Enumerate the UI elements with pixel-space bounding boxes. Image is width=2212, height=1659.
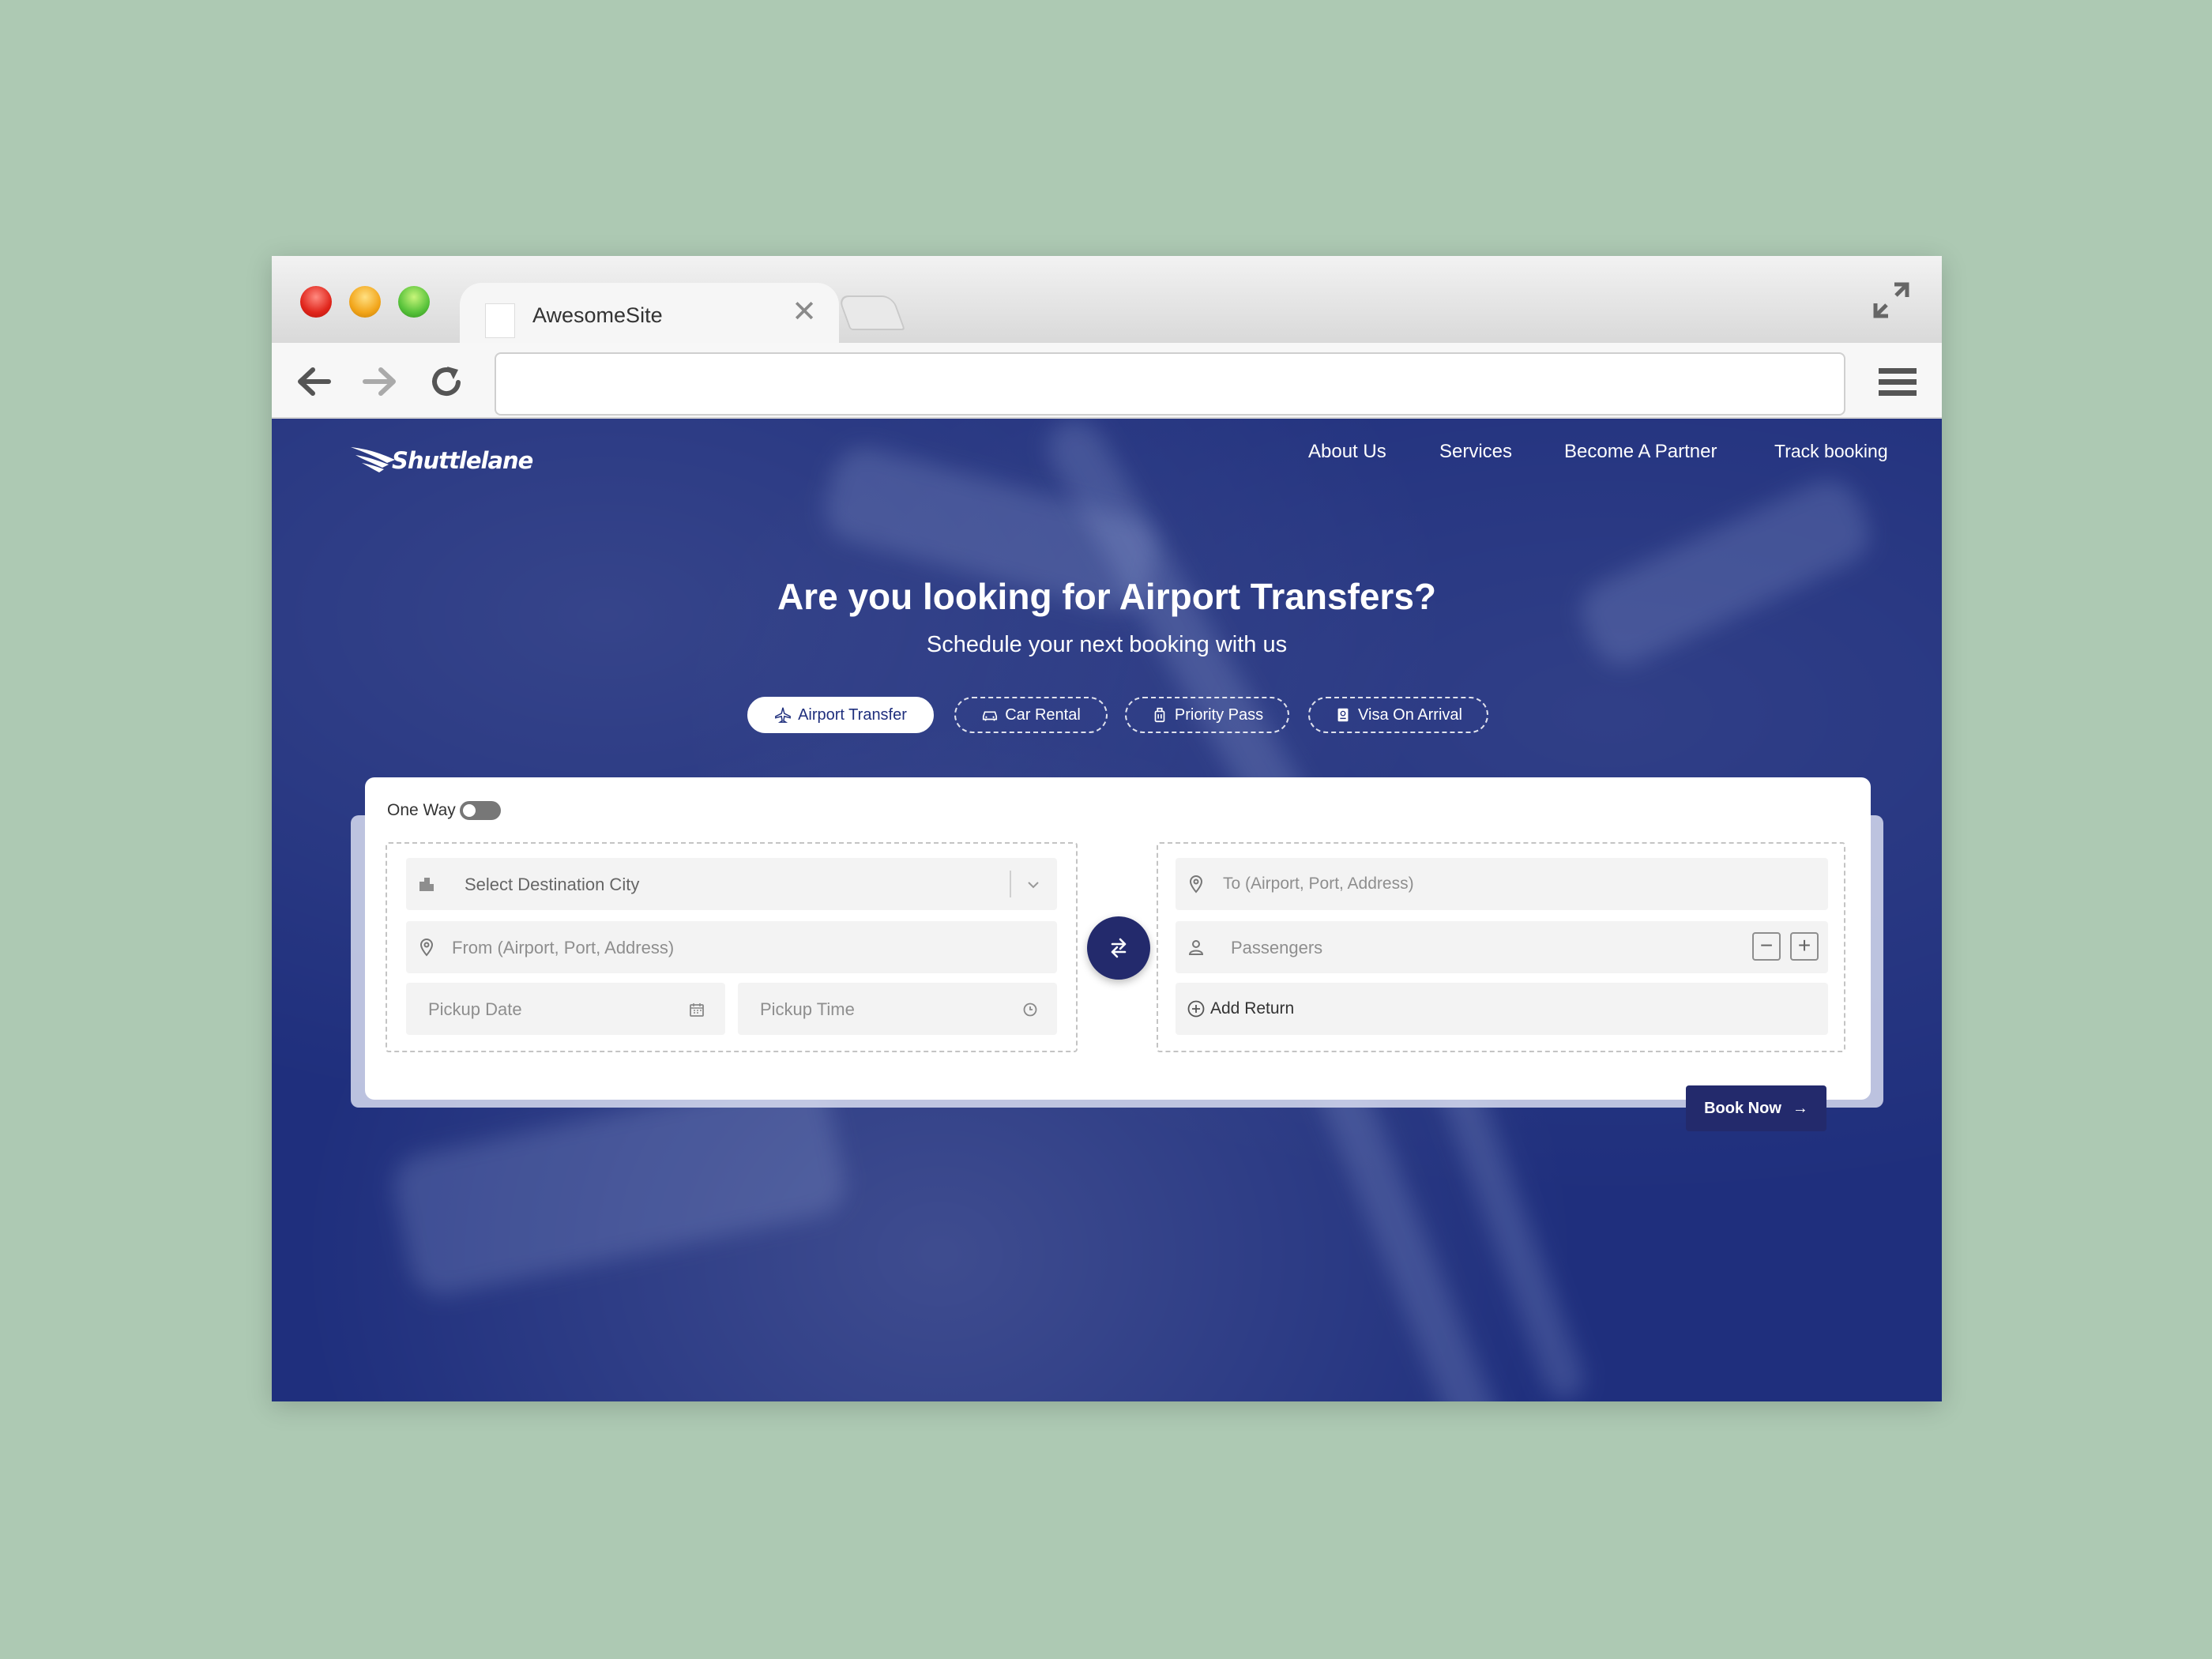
passengers-placeholder: Passengers	[1231, 938, 1323, 957]
pickup-time-input[interactable]: Pickup Time	[738, 983, 1057, 1035]
buildings-icon	[419, 878, 434, 891]
tab-car-rental[interactable]: Car Rental	[954, 697, 1108, 733]
swap-arrows-icon	[1111, 938, 1127, 958]
dropoff-group: To (Airport, Port, Address) Passengers −…	[1157, 842, 1845, 1052]
plus-circle-icon	[1187, 1000, 1205, 1018]
tab-label: Car Rental	[1005, 705, 1081, 724]
hamburger-menu-icon[interactable]	[1877, 365, 1918, 400]
tab-visa-on-arrival[interactable]: Visa On Arrival	[1308, 697, 1488, 733]
clock-icon[interactable]	[1022, 1002, 1038, 1018]
tab-airport-transfer[interactable]: Airport Transfer	[747, 697, 934, 733]
browser-tab[interactable]: AwesomeSite ✕	[460, 283, 839, 346]
passengers-input[interactable]: Passengers − +	[1176, 921, 1828, 973]
increment-passengers-button[interactable]: +	[1790, 932, 1819, 961]
from-address-input[interactable]: From (Airport, Port, Address)	[406, 921, 1057, 973]
nav-services[interactable]: Services	[1439, 441, 1512, 463]
swap-locations-button[interactable]	[1087, 916, 1150, 980]
forward-arrow-icon[interactable]	[360, 362, 400, 401]
destination-city-select[interactable]: Select Destination City	[406, 858, 1057, 910]
to-address-input[interactable]: To (Airport, Port, Address)	[1176, 858, 1828, 910]
select-divider	[1010, 871, 1011, 897]
address-bar[interactable]	[495, 352, 1845, 416]
reload-icon[interactable]	[427, 362, 466, 401]
one-way-toggle[interactable]	[460, 801, 501, 820]
add-return-button[interactable]: Add Return	[1176, 983, 1828, 1035]
car-icon	[983, 711, 998, 721]
pickup-date-placeholder: Pickup Date	[428, 999, 522, 1019]
pickup-date-input[interactable]: Pickup Date	[406, 983, 725, 1035]
pickup-group: Select Destination City From (Airport, P…	[386, 842, 1078, 1052]
logo-text: Shuttlelane	[392, 447, 533, 474]
page-icon	[485, 303, 515, 338]
chevron-down-icon[interactable]	[1025, 877, 1041, 893]
decrement-passengers-button[interactable]: −	[1752, 932, 1781, 961]
from-address-placeholder: From (Airport, Port, Address)	[452, 938, 675, 957]
nav-about-us[interactable]: About Us	[1308, 441, 1386, 463]
to-address-placeholder: To (Airport, Port, Address)	[1223, 875, 1414, 893]
hero-title: Are you looking for Airport Transfers?	[777, 576, 1437, 617]
back-arrow-icon[interactable]	[294, 362, 333, 401]
location-pin-icon	[419, 939, 434, 957]
maximize-window-button[interactable]	[398, 286, 430, 318]
browser-toolbar	[272, 343, 1942, 419]
new-tab-button[interactable]	[837, 295, 906, 330]
luggage-icon	[1154, 707, 1165, 723]
minimize-window-button[interactable]	[349, 286, 381, 318]
arrow-right-icon: →	[1792, 1099, 1808, 1117]
web-page: Shuttlelane About Us Services Become A P…	[272, 419, 1942, 1401]
tab-label: Airport Transfer	[798, 705, 907, 724]
book-now-button[interactable]: Book Now →	[1686, 1085, 1826, 1131]
browser-window: AwesomeSite ✕ Shuttlelane About Us Servi…	[272, 256, 1942, 1401]
booking-form: One Way Select Destination City From (Ai…	[365, 777, 1871, 1100]
close-window-button[interactable]	[300, 286, 332, 318]
add-return-label: Add Return	[1210, 999, 1295, 1018]
fullscreen-icon[interactable]	[1871, 280, 1912, 321]
passport-icon	[1337, 708, 1349, 722]
tab-close-icon[interactable]: ✕	[792, 297, 817, 327]
tab-priority-pass[interactable]: Priority Pass	[1125, 697, 1289, 733]
browser-titlebar: AwesomeSite ✕	[272, 256, 1942, 346]
user-icon	[1188, 940, 1204, 955]
shuttlelane-logo[interactable]: Shuttlelane	[349, 439, 533, 483]
hero-subtitle: Schedule your next booking with us	[926, 632, 1288, 657]
tab-label: Visa On Arrival	[1358, 705, 1462, 724]
plane-icon	[775, 707, 791, 723]
one-way-label: One Way	[387, 801, 456, 819]
tab-label: Priority Pass	[1174, 705, 1264, 724]
nav-track-booking[interactable]: Track booking	[1774, 441, 1888, 462]
nav-become-a-partner[interactable]: Become A Partner	[1564, 441, 1717, 463]
tab-title: AwesomeSite	[532, 303, 663, 327]
calendar-icon[interactable]	[689, 1002, 705, 1018]
book-now-label: Book Now	[1704, 1099, 1781, 1117]
location-pin-icon	[1189, 875, 1203, 893]
pickup-time-placeholder: Pickup Time	[760, 999, 855, 1019]
destination-city-placeholder: Select Destination City	[465, 875, 640, 894]
